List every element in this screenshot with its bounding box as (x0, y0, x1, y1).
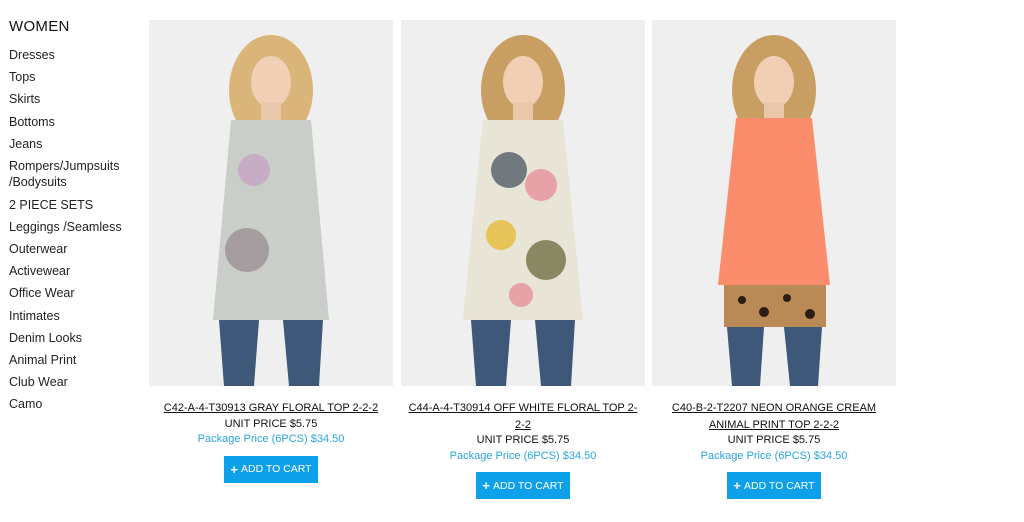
product-card: C42-A-4-T30913 GRAY FLORAL TOP 2-2-2 UNI… (149, 20, 393, 483)
product-image[interactable] (401, 20, 645, 386)
product-name-link[interactable]: C44-A-4-T30914 OFF WHITE FLORAL TOP 2-2-… (401, 400, 645, 433)
unit-price: UNIT PRICE $5.75 (727, 434, 821, 446)
add-to-cart-button[interactable]: + ADD TO CART (476, 472, 570, 499)
sidebar-item-tops[interactable]: Tops (9, 69, 144, 86)
sidebar-item-animal-print[interactable]: Animal Print (9, 352, 144, 369)
sidebar-item-skirts[interactable]: Skirts (9, 91, 144, 108)
sidebar-item-activewear[interactable]: Activewear (9, 263, 144, 280)
product-image[interactable] (652, 20, 896, 386)
product-garment (718, 118, 830, 285)
add-to-cart-button[interactable]: + ADD TO CART (224, 455, 318, 483)
unit-price: UNIT PRICE $5.75 (224, 417, 318, 430)
plus-icon: + (733, 478, 741, 493)
product-card: C40-B-2-T2207 NEON ORANGE CREAM ANIMAL P… (652, 20, 896, 499)
add-to-cart-button[interactable]: + ADD TO CART (727, 472, 821, 499)
category-list: Dresses Tops Skirts Bottoms Jeans Romper… (9, 47, 144, 413)
product-image[interactable] (149, 20, 393, 386)
package-price: Package Price (6PCS) $34.50 (700, 449, 848, 462)
sidebar-item-rompers[interactable]: Rompers/Jumpsuits /Bodysuits (9, 158, 144, 191)
sidebar-title: WOMEN (9, 18, 70, 35)
sidebar-item-club-wear[interactable]: Club Wear (9, 374, 144, 391)
add-to-cart-label: ADD TO CART (240, 463, 312, 475)
add-to-cart-label: ADD TO CART (492, 479, 564, 492)
category-sidebar: WOMEN Dresses Tops Skirts Bottoms Jeans … (9, 18, 144, 419)
sidebar-item-denim-looks[interactable]: Denim Looks (9, 330, 144, 347)
sidebar-item-jeans[interactable]: Jeans (9, 136, 144, 153)
sidebar-item-intimates[interactable]: Intimates (9, 308, 144, 325)
product-garment (213, 120, 329, 320)
product-name-link[interactable]: C40-B-2-T2207 NEON ORANGE CREAM ANIMAL P… (652, 400, 896, 433)
sidebar-item-leggings[interactable]: Leggings /Seamless (9, 219, 144, 236)
plus-icon: + (230, 461, 238, 477)
plus-icon: + (482, 478, 490, 493)
unit-price: UNIT PRICE $5.75 (476, 434, 570, 446)
sidebar-item-office-wear[interactable]: Office Wear (9, 285, 144, 302)
package-price: Package Price (6PCS) $34.50 (449, 449, 597, 462)
package-price: Package Price (6PCS) $34.50 (197, 433, 345, 445)
sidebar-item-2-piece-sets[interactable]: 2 PIECE SETS (9, 197, 144, 214)
sidebar-item-outerwear[interactable]: Outerwear (9, 241, 144, 258)
sidebar-item-bottoms[interactable]: Bottoms (9, 114, 144, 131)
product-card: C44-A-4-T30914 OFF WHITE FLORAL TOP 2-2-… (401, 20, 645, 499)
sidebar-item-camo[interactable]: Camo (9, 396, 144, 413)
sidebar-item-dresses[interactable]: Dresses (9, 47, 144, 64)
add-to-cart-label: ADD TO CART (743, 479, 815, 492)
product-name-link[interactable]: C42-A-4-T30913 GRAY FLORAL TOP 2-2-2 (149, 400, 393, 417)
